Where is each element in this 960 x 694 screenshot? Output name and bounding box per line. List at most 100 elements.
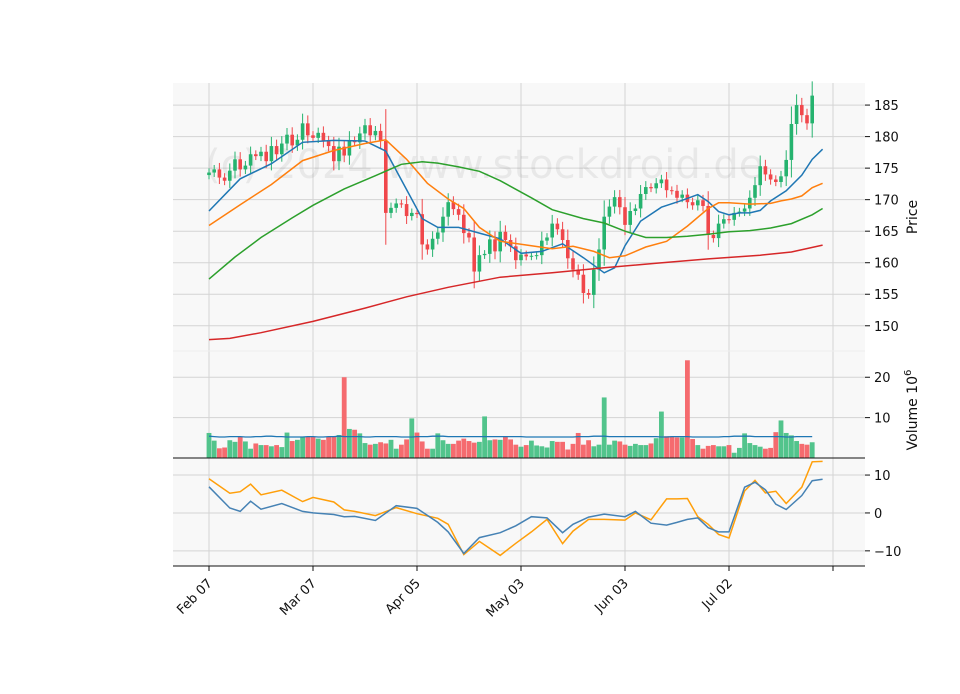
volume-bar xyxy=(778,420,784,458)
volume-bar xyxy=(669,436,675,458)
candle-body xyxy=(675,190,679,198)
volume-bar xyxy=(555,441,560,458)
candle-body xyxy=(519,254,523,261)
candle-body xyxy=(592,269,596,295)
chart-canvas: (c) 2024 www.stockdroid.de Feb 07 Mar 07 A… xyxy=(173,81,921,620)
candle-body xyxy=(763,166,768,175)
volume-bar xyxy=(544,447,550,458)
x-tick-label: Jul 02 xyxy=(699,576,736,613)
candle-body xyxy=(389,207,393,213)
volume-bar xyxy=(596,444,602,458)
candle-body xyxy=(222,177,227,181)
candle-body xyxy=(774,179,778,183)
volume-bar xyxy=(362,443,368,458)
candle-body xyxy=(607,206,612,217)
volume-bar xyxy=(679,437,685,458)
candle-body xyxy=(446,202,450,217)
candle-body xyxy=(228,170,232,181)
volume-bar xyxy=(497,439,503,458)
candle-body xyxy=(280,143,284,155)
candle-body xyxy=(696,200,700,206)
volume-bar xyxy=(419,441,425,458)
candle-body xyxy=(217,169,222,178)
volume-bar xyxy=(539,446,545,458)
volume-bar xyxy=(440,440,446,458)
volume-tick-label: 20 xyxy=(874,371,891,386)
candle-body xyxy=(560,229,565,241)
volume-bar xyxy=(425,448,430,458)
volume-bar xyxy=(648,443,654,458)
candle-body xyxy=(654,183,658,189)
volume-bar xyxy=(763,448,768,458)
candle-body xyxy=(716,223,721,239)
candle-body xyxy=(644,187,648,194)
volume-bar xyxy=(222,447,227,458)
volume-bar xyxy=(378,442,383,458)
volume-tick-label: 10 xyxy=(874,412,891,427)
x-tick-label: May 03 xyxy=(484,576,528,620)
candle-body xyxy=(748,197,752,209)
volume-bar xyxy=(321,439,326,458)
candle-body xyxy=(722,219,726,224)
candle-body xyxy=(373,130,378,136)
volume-bar xyxy=(451,443,456,458)
volume-bar xyxy=(643,445,649,458)
volume-bar xyxy=(768,447,773,458)
candle-body xyxy=(690,202,695,206)
volume-bar xyxy=(529,440,534,458)
volume-bar xyxy=(253,443,259,458)
volume-bar xyxy=(685,360,690,458)
candle-body xyxy=(410,212,414,217)
candle-body xyxy=(332,146,336,162)
candle-body xyxy=(394,203,398,208)
volume-bar xyxy=(336,434,342,458)
candle-body xyxy=(555,223,560,230)
candle-body xyxy=(441,216,445,233)
volume-bar xyxy=(435,433,441,458)
candle-body xyxy=(623,207,627,225)
volume-bar xyxy=(523,445,529,458)
volume-bar xyxy=(757,446,763,458)
price-tick-label: 150 xyxy=(874,320,899,335)
volume-bar xyxy=(799,443,805,458)
candle-body xyxy=(638,193,643,209)
volume-bar xyxy=(607,444,612,458)
volume-bar xyxy=(549,441,555,458)
volume-bar xyxy=(243,441,248,458)
candle-body xyxy=(482,253,487,256)
volume-bar xyxy=(508,439,513,458)
volume-bar xyxy=(393,448,399,458)
volume-axis-exponent: 6 xyxy=(903,370,914,376)
volume-bar xyxy=(315,438,321,458)
volume-bar xyxy=(601,397,607,458)
candle-body xyxy=(248,154,253,166)
volume-axis-label: Volume 106 xyxy=(903,370,921,451)
price-tick-label: 175 xyxy=(874,162,899,177)
volume-bar xyxy=(518,446,524,458)
candle-body xyxy=(243,165,248,170)
x-tick-label: Jun 03 xyxy=(592,576,632,616)
volume-bar xyxy=(742,433,747,458)
x-tick-label: Apr 05 xyxy=(383,576,424,617)
candle-body xyxy=(462,214,466,234)
candle-body xyxy=(566,240,570,259)
candle-body xyxy=(264,151,268,162)
candle-body xyxy=(612,197,617,207)
volume-bar xyxy=(716,446,721,458)
oscillator-panel-bg xyxy=(173,458,865,566)
oscillator-tick-label: −10 xyxy=(874,545,901,560)
candle-body xyxy=(664,179,669,191)
candle-body xyxy=(404,204,409,217)
candle-body xyxy=(680,194,684,198)
candle-body xyxy=(238,159,242,170)
volume-bar xyxy=(373,443,378,458)
candle-body xyxy=(254,154,258,157)
candle-body xyxy=(779,176,783,183)
volume-bar xyxy=(721,446,727,458)
volume-bar xyxy=(487,440,493,458)
volume-bar xyxy=(731,452,737,458)
candle-body xyxy=(368,125,372,136)
volume-bar xyxy=(622,444,628,458)
candle-body xyxy=(274,146,279,155)
volume-bar xyxy=(269,446,274,458)
